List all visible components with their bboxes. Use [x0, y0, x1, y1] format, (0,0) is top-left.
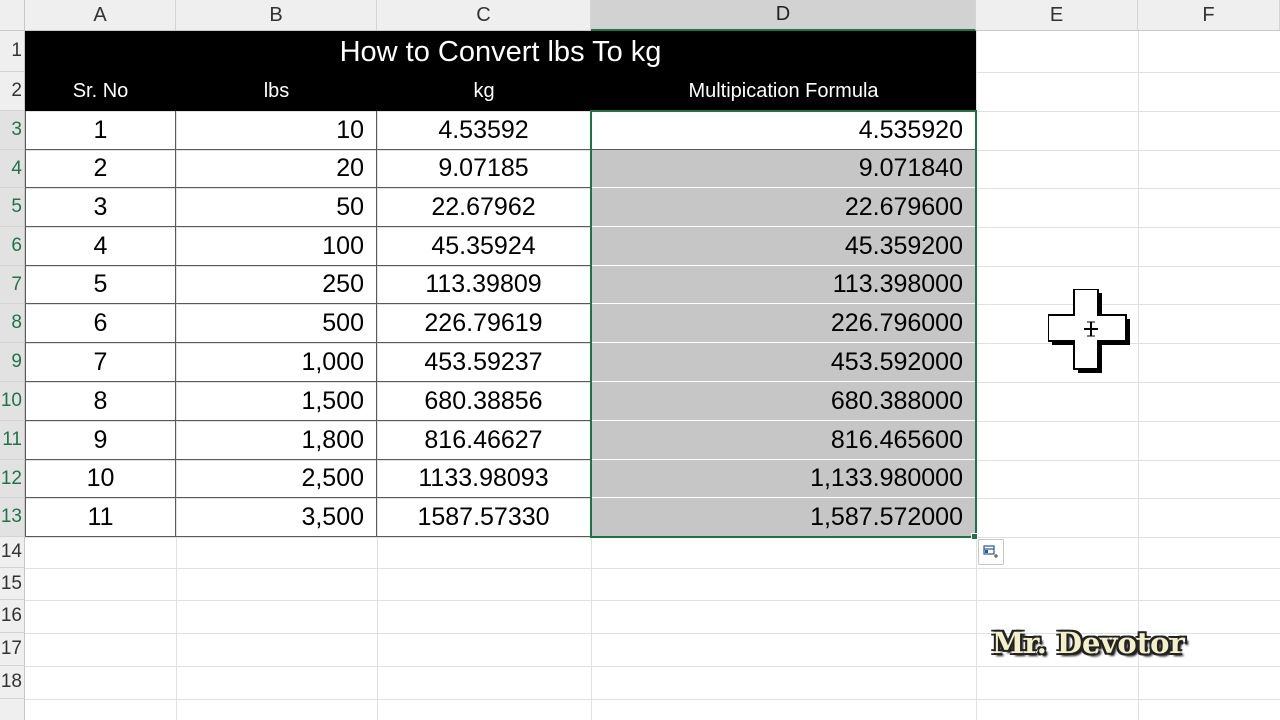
gridline [25, 568, 1280, 569]
cell-formula[interactable]: 9.071840 [591, 150, 976, 188]
row-header-11[interactable]: 11 [0, 421, 25, 460]
cell-kg[interactable]: 22.67962 [377, 188, 591, 227]
gridline [1138, 31, 1139, 720]
cell-kg[interactable]: 9.07185 [377, 150, 591, 188]
watermark-text: Mr. Devotor [992, 626, 1185, 660]
column-header-c[interactable]: C [377, 0, 591, 31]
cell-lbs[interactable]: 250 [176, 266, 377, 304]
cell-sr-no[interactable]: 10 [25, 460, 176, 498]
cell-lbs[interactable]: 1,800 [176, 421, 377, 460]
row-header-18[interactable]: 18 [0, 666, 25, 699]
header-kg[interactable]: kg [377, 72, 591, 111]
row-header-16[interactable]: 16 [0, 600, 25, 633]
cell-lbs[interactable]: 1,500 [176, 382, 377, 421]
header-multiplication-formula[interactable]: Multipication Formula [591, 72, 976, 111]
cell-lbs[interactable]: 3,500 [176, 498, 377, 537]
cell-sr-no[interactable]: 4 [25, 227, 176, 266]
cell-lbs[interactable]: 2,500 [176, 460, 377, 498]
cell-kg[interactable]: 1587.57330 [377, 498, 591, 537]
row-header-12[interactable]: 12 [0, 460, 25, 498]
cell-sr-no[interactable]: 11 [25, 498, 176, 537]
cell-formula[interactable]: 226.796000 [591, 304, 976, 343]
quick-analysis-button[interactable] [978, 539, 1004, 565]
row-header-3[interactable]: 3 [0, 111, 25, 150]
row-header-9[interactable]: 9 [0, 343, 25, 382]
cell-formula[interactable]: 680.388000 [591, 382, 976, 421]
cell-sr-no[interactable]: 8 [25, 382, 176, 421]
cell-kg[interactable]: 453.59237 [377, 343, 591, 382]
cell-sr-no[interactable]: 3 [25, 188, 176, 227]
quick-analysis-icon [983, 545, 998, 558]
row-header-2[interactable]: 2 [0, 72, 25, 111]
header-sr-no[interactable]: Sr. No [25, 72, 176, 111]
gridline [25, 666, 1280, 667]
cell-formula[interactable]: 1,133.980000 [591, 460, 976, 498]
cell-sr-no[interactable]: 7 [25, 343, 176, 382]
cell-lbs[interactable]: 50 [176, 188, 377, 227]
cursor-cross-icon [1047, 288, 1136, 375]
cell-lbs[interactable]: 100 [176, 227, 377, 266]
row-header-6[interactable]: 6 [0, 227, 25, 266]
cell-kg[interactable]: 45.35924 [377, 227, 591, 266]
cell-lbs[interactable]: 1,000 [176, 343, 377, 382]
cell-lbs[interactable]: 10 [176, 111, 377, 150]
cell-sr-no[interactable]: 6 [25, 304, 176, 343]
cell-formula[interactable]: 22.679600 [591, 188, 976, 227]
table-title[interactable]: How to Convert lbs To kg [25, 31, 976, 73]
column-header-d[interactable]: D [591, 0, 976, 31]
column-header-b[interactable]: B [176, 0, 377, 31]
row-header-10[interactable]: 10 [0, 382, 25, 421]
gridline [976, 31, 977, 720]
cell-kg[interactable]: 1133.98093 [377, 460, 591, 498]
gridline [25, 537, 1280, 538]
select-all-corner[interactable] [0, 0, 25, 31]
cell-sr-no[interactable]: 1 [25, 111, 176, 150]
cell-kg[interactable]: 226.79619 [377, 304, 591, 343]
row-header-14[interactable]: 14 [0, 537, 25, 568]
cell-formula[interactable]: 45.359200 [591, 227, 976, 266]
header-lbs[interactable]: lbs [176, 72, 377, 111]
row-header-13[interactable]: 13 [0, 498, 25, 537]
cell-formula[interactable]: 453.592000 [591, 343, 976, 382]
cell-kg[interactable]: 113.39809 [377, 266, 591, 304]
row-header-5[interactable]: 5 [0, 188, 25, 227]
gridline [25, 699, 1280, 700]
cell-kg[interactable]: 680.38856 [377, 382, 591, 421]
row-header-15[interactable]: 15 [0, 568, 25, 600]
cell-formula[interactable]: 1,587.572000 [591, 498, 976, 537]
cell-sr-no[interactable]: 9 [25, 421, 176, 460]
cell-formula[interactable]: 816.465600 [591, 421, 976, 460]
row-header-4[interactable]: 4 [0, 150, 25, 188]
cell-sr-no[interactable]: 2 [25, 150, 176, 188]
gridline [25, 600, 1280, 601]
cell-sr-no[interactable]: 5 [25, 266, 176, 304]
row-header-7[interactable]: 7 [0, 266, 25, 304]
cell-formula[interactable]: 113.398000 [591, 266, 976, 304]
column-header-a[interactable]: A [25, 0, 176, 31]
cell-lbs[interactable]: 20 [176, 150, 377, 188]
column-header-e[interactable]: E [976, 0, 1138, 31]
row-header-19[interactable] [0, 699, 25, 720]
column-header-f[interactable]: F [1138, 0, 1280, 31]
cell-formula[interactable]: 4.535920 [591, 111, 976, 150]
fill-handle[interactable] [971, 533, 978, 540]
row-header-8[interactable]: 8 [0, 304, 25, 343]
cell-kg[interactable]: 816.46627 [377, 421, 591, 460]
row-header-1[interactable]: 1 [0, 31, 25, 72]
row-header-17[interactable]: 17 [0, 633, 25, 666]
cell-kg[interactable]: 4.53592 [377, 111, 591, 150]
cell-lbs[interactable]: 500 [176, 304, 377, 343]
